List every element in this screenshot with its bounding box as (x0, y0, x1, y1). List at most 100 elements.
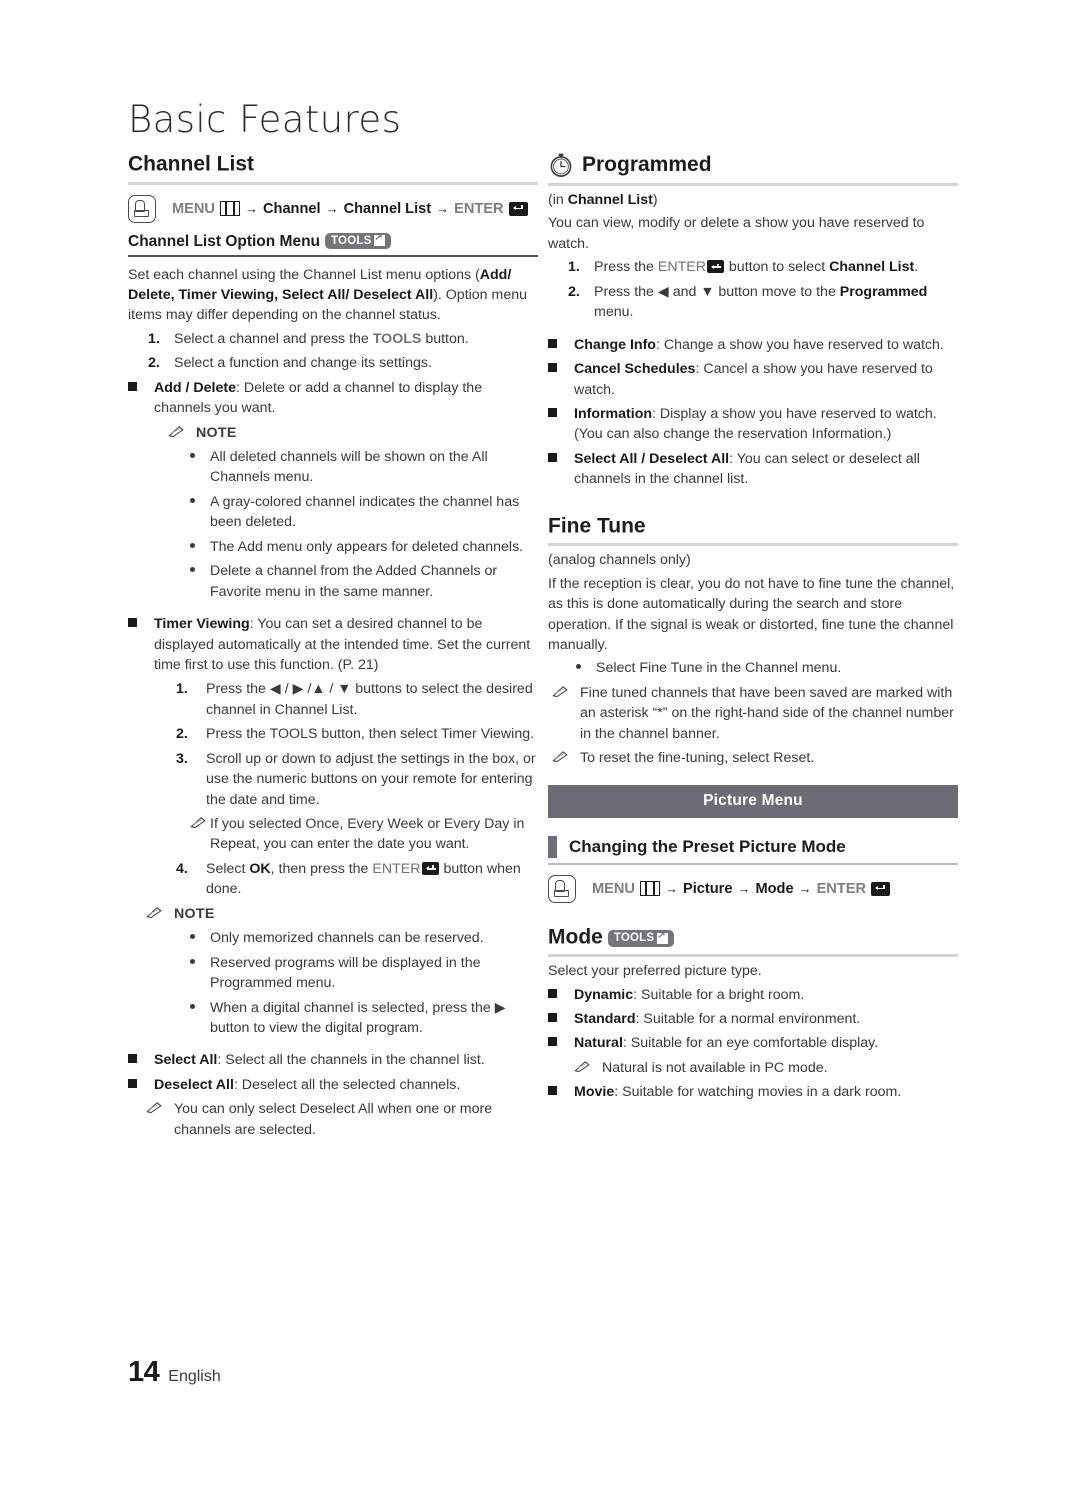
bullet-icon (576, 658, 596, 678)
page-number: 14 (128, 1356, 160, 1388)
square-bullet-icon (548, 359, 574, 379)
menu-path-channel-list: MENU → Channel → Channel List → ENTER (128, 194, 538, 223)
menu-label: MENU (592, 880, 635, 897)
pencil-note-icon (146, 904, 174, 924)
pencil-note-icon (190, 814, 210, 834)
step-number: 2. (148, 355, 160, 372)
note-block: Natural is not available in PC mode. (574, 1058, 958, 1078)
tools-badge: TOOLS (607, 929, 675, 947)
menu-bars-icon (639, 881, 660, 897)
enter-label: ENTER (454, 200, 504, 217)
pencil-note-icon (574, 1058, 602, 1078)
note-bullet: A gray-colored channel indicates the cha… (190, 492, 538, 533)
note-bullet: The Add menu only appears for deleted ch… (190, 537, 538, 557)
enter-key-icon (508, 201, 528, 216)
list-item-change-info: Change Info: Change a show you have rese… (548, 335, 958, 355)
path-item-channel-list: Channel List (343, 200, 432, 217)
page-language: English (168, 1368, 221, 1385)
right-column: Programmed (in Channel List) You can vie… (548, 152, 958, 1107)
note-bullet: When a digital channel is selected, pres… (190, 998, 538, 1039)
press-hand-icon (548, 874, 576, 903)
list-item-timer-viewing: Timer Viewing: You can set a desired cha… (128, 614, 538, 675)
arrow-separator: → (325, 201, 339, 217)
square-bullet-icon (128, 1050, 154, 1070)
note-block: NOTE (168, 423, 538, 443)
note-bullet: Delete a channel from the Added Channels… (190, 561, 538, 602)
list-item-select-all: Select All: Select all the channels in t… (128, 1050, 538, 1070)
fine-tune-bullet: Select Fine Tune in the Channel menu. (576, 658, 958, 678)
enter-key-icon (421, 861, 439, 875)
path-item-channel: Channel (262, 200, 321, 217)
note-block: To reset the fine-tuning, select Reset. (552, 748, 958, 768)
step-number: 1. (148, 330, 160, 347)
tools-badge: TOOLS (325, 232, 392, 249)
note-bullet: Only memorized channels can be reserved. (190, 928, 538, 948)
menu-label: MENU (172, 200, 215, 217)
note-label: NOTE (174, 905, 215, 922)
enter-key-icon (871, 881, 891, 896)
step-number: 1. (568, 259, 580, 276)
bullet-icon (190, 447, 210, 467)
heading-marker (548, 835, 557, 858)
list-item-natural: Natural: Suitable for an eye comfortable… (548, 1033, 958, 1053)
pencil-note-icon (146, 1099, 174, 1119)
note-bullet: All deleted channels will be shown on th… (190, 447, 538, 488)
path-item-mode: Mode (755, 880, 794, 897)
subheading-changing-preset-picture-mode: Changing the Preset Picture Mode (548, 835, 958, 865)
step-item: 4. Select OK, then press the ENTER butto… (176, 860, 521, 898)
step-number: 1. (176, 681, 188, 698)
section-heading-channel-list: Channel List (128, 152, 538, 185)
path-item-picture: Picture (682, 880, 733, 897)
page-footer: 14 English (128, 1356, 221, 1389)
enter-key-icon (706, 260, 724, 274)
pencil-note-icon (552, 683, 580, 703)
step-item: 3. Scroll up or down to adjust the setti… (176, 750, 536, 808)
left-column: Channel List MENU → Channel → Channel Li… (128, 152, 538, 1144)
arrow-separator: → (436, 201, 450, 217)
list-item-select-deselect-all: Select All / Deselect All: You can selec… (548, 449, 958, 490)
tools-arrow-icon (657, 930, 669, 944)
menu-bars-icon (219, 201, 240, 217)
arrow-separator: → (664, 881, 678, 897)
list-item-information: Information: Display a show you have res… (548, 404, 958, 445)
square-bullet-icon (548, 404, 574, 424)
list-item-dynamic: Dynamic: Suitable for a bright room. (548, 985, 958, 1005)
bullet-icon (190, 492, 210, 512)
note-block: If you selected Once, Every Week or Ever… (190, 814, 538, 855)
square-bullet-icon (548, 1009, 574, 1029)
bullet-icon (190, 998, 210, 1018)
step-item: 1. Press the ◀ / ▶ /▲ / ▼ buttons to sel… (176, 681, 533, 718)
step-number: 4. (176, 860, 188, 877)
square-bullet-icon (548, 1082, 574, 1102)
mode-intro: Select your preferred picture type. (548, 963, 762, 980)
bullet-icon (190, 537, 210, 557)
programmed-intro: You can view, modify or delete a show yo… (548, 215, 925, 252)
step-item: 1. Press the ENTER button to select Chan… (568, 257, 958, 277)
intro-paragraph: Set each channel using the Channel List … (128, 266, 527, 324)
list-item-cancel-schedules: Cancel Schedules: Cancel a show you have… (548, 359, 958, 400)
arrow-separator: → (737, 881, 751, 897)
bullet-icon (190, 953, 210, 973)
menu-path-picture-mode: MENU → Picture → Mode → ENTER (548, 874, 958, 903)
section-heading-fine-tune: Fine Tune (548, 514, 958, 547)
stopwatch-icon (550, 153, 572, 177)
step-item: 2. Press the TOOLS button, then select T… (176, 724, 538, 744)
section-heading-mode: Mode TOOLS (548, 925, 958, 958)
tools-arrow-icon (374, 232, 386, 247)
note-block: You can only select Deselect All when on… (146, 1099, 538, 1140)
list-item-add-delete: Add / Delete: Delete or add a channel to… (128, 378, 538, 419)
note-label: NOTE (196, 424, 237, 441)
note-bullet: Reserved programs will be displayed in t… (190, 953, 538, 994)
step-item: 1. Select a channel and press the TOOLS … (148, 329, 538, 349)
picture-menu-banner: Picture Menu (548, 784, 958, 818)
arrow-separator: → (244, 201, 258, 217)
bullet-icon (190, 928, 210, 948)
fine-tune-subtitle: (analog channels only) (548, 552, 691, 569)
page-title: Basic Features (128, 98, 402, 141)
press-hand-icon (128, 194, 156, 223)
step-number: 3. (176, 750, 188, 767)
step-item: 2. Select a function and change its sett… (148, 353, 538, 373)
list-item-standard: Standard: Suitable for a normal environm… (548, 1009, 958, 1029)
note-block: NOTE (146, 904, 538, 924)
step-item: 2. Press the ◀ and ▼ button move to the … (568, 283, 928, 321)
